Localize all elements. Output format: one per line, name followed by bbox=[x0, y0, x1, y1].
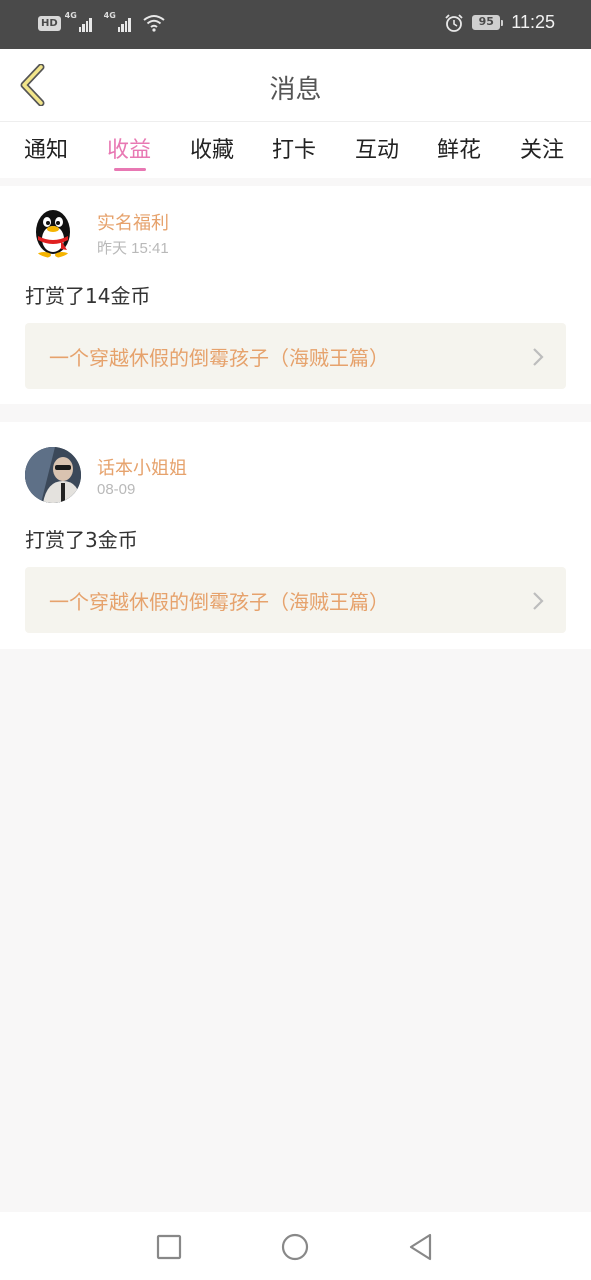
header: 消息 bbox=[0, 49, 591, 121]
book-link[interactable]: 一个穿越休假的倒霉孩子（海贼王篇） bbox=[25, 567, 566, 633]
username[interactable]: 实名福利 bbox=[97, 209, 169, 235]
username[interactable]: 话本小姐姐 bbox=[97, 454, 187, 480]
battery-icon: 95 bbox=[472, 15, 504, 30]
recent-apps-icon[interactable] bbox=[154, 1232, 184, 1262]
wifi-icon bbox=[143, 15, 165, 32]
tab-interactions[interactable]: 互动 bbox=[355, 132, 399, 164]
book-title: 一个穿越休假的倒霉孩子（海贼王篇） bbox=[49, 589, 389, 614]
tab-flowers[interactable]: 鲜花 bbox=[437, 132, 481, 164]
battery-level: 95 bbox=[472, 15, 501, 30]
clock: 11:25 bbox=[511, 12, 555, 32]
message-text: 打赏了14金币 bbox=[25, 284, 151, 308]
hd-icon: HD bbox=[38, 15, 61, 31]
signal-icon: 4G bbox=[64, 11, 92, 32]
chevron-right-icon bbox=[533, 348, 544, 366]
message-time: 08-09 bbox=[97, 481, 136, 498]
message-text: 打赏了3金币 bbox=[25, 528, 138, 552]
penguin-avatar bbox=[36, 210, 70, 258]
tab-earnings[interactable]: 收益 bbox=[107, 132, 151, 164]
tab-active-indicator bbox=[114, 168, 146, 171]
status-right: 95 11:25 bbox=[444, 12, 555, 33]
status-left: HD 4G 4G bbox=[38, 11, 165, 32]
tab-bar: 通知 收益 收藏 打卡 互动 鲜花 关注 bbox=[0, 121, 591, 178]
book-link[interactable]: 一个穿越休假的倒霉孩子（海贼王篇） bbox=[25, 323, 566, 389]
avatar[interactable] bbox=[25, 202, 81, 258]
signal-icon: 4G bbox=[103, 11, 131, 32]
network-type-label: 4G bbox=[64, 11, 77, 20]
list-item: 话本小姐姐 08-09 打赏了3金币 一个穿越休假的倒霉孩子（海贼王篇） bbox=[0, 422, 591, 649]
book-title: 一个穿越休假的倒霉孩子（海贼王篇） bbox=[49, 345, 389, 370]
back-nav-icon[interactable] bbox=[406, 1232, 436, 1262]
message-time: 昨天 15:41 bbox=[97, 240, 169, 257]
system-nav-bar bbox=[0, 1212, 591, 1280]
chevron-right-icon bbox=[533, 592, 544, 610]
tab-following[interactable]: 关注 bbox=[520, 132, 564, 164]
alarm-icon bbox=[445, 13, 463, 32]
status-bar: HD 4G 4G 95 11:25 bbox=[0, 0, 591, 49]
network-type-label: 4G bbox=[103, 11, 116, 20]
avatar[interactable] bbox=[25, 447, 81, 503]
page-title: 消息 bbox=[269, 75, 322, 105]
tab-favorites[interactable]: 收藏 bbox=[190, 132, 234, 164]
home-icon[interactable] bbox=[280, 1232, 310, 1262]
tab-notifications[interactable]: 通知 bbox=[24, 132, 68, 164]
list-item: 实名福利 昨天 15:41 打赏了14金币 一个穿越休假的倒霉孩子（海贼王篇） bbox=[0, 186, 591, 404]
tab-checkin[interactable]: 打卡 bbox=[272, 132, 316, 164]
photo-avatar bbox=[25, 447, 81, 503]
